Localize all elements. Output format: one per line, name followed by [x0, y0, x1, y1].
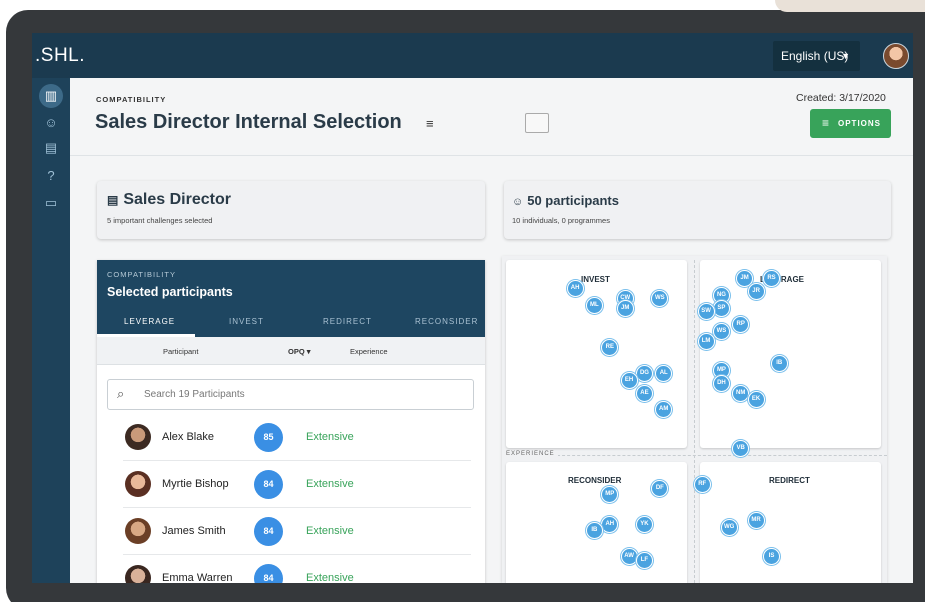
participant-bubble[interactable]: WS [712, 322, 730, 340]
people-icon[interactable]: ☺ [38, 112, 64, 134]
table-row[interactable]: James Smith 84 Extensive [123, 508, 471, 555]
participant-bubble[interactable]: JR [747, 283, 765, 301]
language-label: English (US) [781, 49, 849, 63]
help-icon[interactable]: ? [38, 165, 64, 187]
role-card-title: ▤ Sales Director [107, 191, 231, 209]
participant-bubble[interactable]: DF [651, 479, 669, 497]
tab-reconsider[interactable]: RECONSIDER [415, 317, 478, 326]
avatar [125, 518, 151, 544]
participant-bubble[interactable]: EK [747, 391, 765, 409]
participant-bubble[interactable]: YK [635, 515, 653, 533]
experience-value: Extensive [306, 525, 354, 537]
tab-invest[interactable]: INVEST [229, 317, 264, 326]
chat-icon[interactable]: ▭ [38, 192, 64, 214]
participant-bubble[interactable]: DH [712, 375, 730, 393]
participant-bubble[interactable]: SW [697, 303, 715, 321]
participant-bubble[interactable]: AE [635, 384, 653, 402]
opq-score: 84 [254, 470, 283, 499]
participants-subtitle: 10 individuals, 0 programmes [512, 216, 610, 225]
shl-logo[interactable]: .SHL. [35, 45, 85, 67]
col-participant[interactable]: Participant [163, 347, 198, 356]
hamburger-icon: ≡ [822, 116, 830, 130]
participant-name: Alex Blake [162, 431, 214, 443]
selected-panel-header: COMPATIBILITY Selected participants LEVE… [97, 260, 485, 337]
caret-down-icon: ▼ [841, 51, 850, 61]
participants-card: ☺ 50 participants 10 individuals, 0 progr… [504, 181, 891, 239]
col-opq-sort[interactable]: OPQ ▾ [288, 347, 311, 356]
user-avatar[interactable] [883, 43, 909, 69]
menu-lines-icon[interactable]: ≡ [426, 116, 434, 131]
participant-name: Myrtie Bishop [162, 478, 229, 490]
participant-name: James Smith [162, 525, 226, 537]
participants-count: 50 participants [527, 193, 619, 208]
participant-bubble[interactable]: IB [770, 355, 788, 373]
participants-card-title: ☺ 50 participants [512, 193, 619, 208]
role-subtitle: 5 important challenges selected [107, 216, 213, 225]
axis-divider-horizontal [552, 455, 887, 456]
avatar [125, 424, 151, 450]
col-experience[interactable]: Experience [350, 347, 388, 356]
options-button[interactable]: ≡ OPTIONS [810, 109, 891, 138]
selected-participants-panel: COMPATIBILITY Selected participants LEVE… [97, 260, 485, 583]
axis-divider-vertical [694, 260, 695, 583]
options-label: OPTIONS [838, 119, 882, 128]
participant-bubble[interactable]: RF [693, 476, 711, 494]
search-icon: ⌕ [117, 386, 125, 401]
participant-bubble[interactable]: JM [616, 299, 634, 317]
participant-bubble[interactable]: LF [635, 551, 653, 569]
table-row[interactable]: Alex Blake 85 Extensive [123, 414, 471, 461]
quadrant-label-reconsider: RECONSIDER [568, 476, 622, 485]
participant-bubble[interactable]: EH [620, 371, 638, 389]
participant-bubble[interactable]: ML [585, 296, 603, 314]
page-header: COMPATIBILITY Sales Director Internal Se… [70, 78, 913, 156]
experience-value: Extensive [306, 478, 354, 490]
participant-bubble[interactable]: MR [747, 512, 765, 530]
people-icon: ☺ [512, 196, 524, 208]
created-date: Created: 3/17/2020 [796, 92, 886, 104]
tab-leverage[interactable]: LEVERAGE [124, 317, 175, 326]
table-row[interactable]: Myrtie Bishop 84 Extensive [123, 461, 471, 508]
search-input[interactable]: ⌕ Search 19 Participants [107, 379, 474, 410]
selected-panel-breadcrumb: COMPATIBILITY [107, 270, 176, 279]
participant-bubble[interactable]: IB [585, 522, 603, 540]
participant-bubble[interactable]: WG [720, 518, 738, 536]
background-decoration [775, 0, 925, 12]
page-title: Sales Director Internal Selection [95, 111, 402, 133]
experience-axis-label: EXPERIENCE [506, 451, 558, 457]
table-header: Participant OPQ ▾ Experience [97, 337, 485, 365]
table-row[interactable]: Emma Warren 84 Extensive [123, 555, 471, 583]
quadrant-label-invest: INVEST [581, 275, 610, 284]
opq-score: 84 [254, 564, 283, 583]
square-toggle-button[interactable] [525, 113, 549, 133]
clipboard-icon: ▤ [107, 193, 119, 207]
participant-bubble[interactable]: AH [601, 515, 619, 533]
participant-bubble[interactable]: LM [697, 332, 715, 350]
opq-score: 85 [254, 423, 283, 452]
tab-redirect[interactable]: REDIRECT [323, 317, 372, 326]
quadrant-chart: INVEST LEVERAGE RECONSIDER REDIRECT EXPE… [502, 256, 887, 583]
participant-bubble[interactable]: NM [732, 384, 750, 402]
chart-icon[interactable]: ▥ [39, 84, 63, 108]
avatar [125, 471, 151, 497]
clipboard-icon[interactable]: ▤ [38, 137, 64, 159]
quadrant-invest: INVEST [506, 260, 687, 448]
experience-value: Extensive [306, 572, 354, 583]
experience-value: Extensive [306, 431, 354, 443]
participant-bubble[interactable]: SP [712, 299, 730, 317]
role-title: Sales Director [123, 191, 231, 208]
participant-bubble[interactable]: AW [620, 548, 638, 566]
participant-bubble[interactable]: AH [566, 280, 584, 298]
avatar [125, 565, 151, 583]
side-nav: ▥ ☺ ▤ ? ▭ [32, 78, 70, 583]
role-card: ▤ Sales Director 5 important challenges s… [97, 181, 485, 239]
language-selector[interactable]: English (US) ▼ [773, 41, 860, 71]
app-screen: .SHL. English (US) ▼ ▥ ☺ ▤ ? ▭ COMPATIBI… [32, 33, 913, 583]
selected-panel-title: Selected participants [107, 285, 233, 299]
top-bar: .SHL. English (US) ▼ [32, 33, 913, 78]
opq-score: 84 [254, 517, 283, 546]
participant-name: Emma Warren [162, 572, 233, 583]
quadrant-label-redirect: REDIRECT [769, 476, 810, 485]
breadcrumb: COMPATIBILITY [96, 95, 167, 104]
search-placeholder: Search 19 Participants [144, 389, 245, 400]
